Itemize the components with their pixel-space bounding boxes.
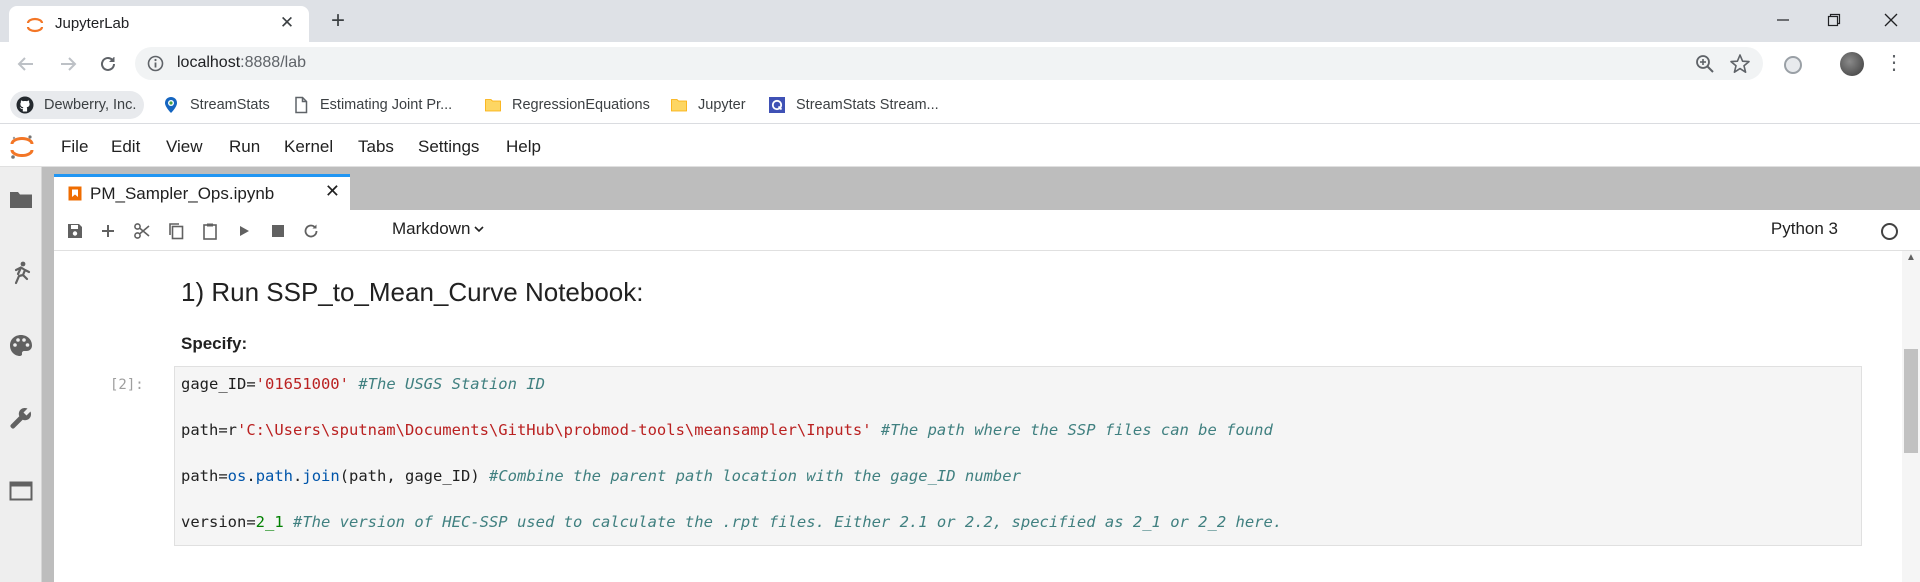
jupyter-logo-icon[interactable] <box>8 133 36 161</box>
browser-tab[interactable]: JupyterLab ✕ <box>9 6 309 42</box>
forward-arrow-icon[interactable] <box>54 50 82 78</box>
add-cell-icon[interactable] <box>97 220 119 242</box>
cell-type-select[interactable]: Markdown <box>392 219 485 239</box>
url-text: localhost:8888/lab <box>177 54 306 72</box>
bookmark-regression[interactable]: RegressionEquations <box>484 91 650 119</box>
browser-toolbar: localhost:8888/lab ⋮ <box>0 42 1920 86</box>
cut-icon[interactable] <box>131 220 153 242</box>
notebook-body: 1) Run SSP_to_Mean_Curve Notebook: Speci… <box>54 251 1920 582</box>
notebook-tab[interactable]: PM_Sampler_Ops.ipynb ✕ <box>54 174 350 210</box>
menu-view[interactable]: View <box>166 137 203 157</box>
bookmark-label: Jupyter <box>698 97 746 113</box>
menu-edit[interactable]: Edit <box>111 137 140 157</box>
chevron-down-icon <box>474 226 484 233</box>
site-info-icon[interactable] <box>147 55 164 72</box>
code-line: version=2_1 #The version of HEC-SSP used… <box>181 513 1283 531</box>
url-path: :8888/lab <box>240 54 306 71</box>
bookmark-label: Dewberry, Inc. <box>44 97 137 113</box>
bookmark-streamstats[interactable]: StreamStats <box>162 91 270 119</box>
github-icon <box>16 96 34 114</box>
browser-tab-title: JupyterLab <box>55 15 130 32</box>
browser-tab-strip: JupyterLab ✕ + <box>0 0 1920 42</box>
url-host: localhost <box>177 54 241 71</box>
tabs-icon[interactable] <box>8 478 34 504</box>
notebook-tab-close-icon[interactable]: ✕ <box>325 181 340 202</box>
zoom-icon[interactable] <box>1695 54 1715 74</box>
notebook-toolbar: Markdown Python 3 <box>54 210 1920 251</box>
restart-icon[interactable] <box>300 220 322 242</box>
q-icon <box>769 97 785 113</box>
palette-icon[interactable] <box>8 333 34 359</box>
menu-run[interactable]: Run <box>229 137 260 157</box>
bookmark-star-icon[interactable] <box>1729 53 1751 75</box>
wrench-icon[interactable] <box>8 405 34 431</box>
scrollbar-thumb[interactable] <box>1904 349 1918 453</box>
minimize-icon[interactable] <box>1754 0 1812 40</box>
menu-file[interactable]: File <box>61 137 88 157</box>
bookmark-estimating-joint[interactable]: Estimating Joint Pr... <box>292 91 452 119</box>
folder-icon <box>671 99 687 112</box>
notebook-tab-title: PM_Sampler_Ops.ipynb <box>90 184 275 203</box>
bookmark-label: RegressionEquations <box>512 97 650 113</box>
jupyter-favicon-icon <box>26 17 44 33</box>
back-arrow-icon[interactable] <box>12 50 40 78</box>
jupyter-menubar: File Edit View Run Kernel Tabs Settings … <box>0 125 1920 167</box>
reload-icon[interactable] <box>94 50 122 78</box>
markdown-heading: 1) Run SSP_to_Mean_Curve Notebook: <box>181 277 644 307</box>
profile-avatar[interactable] <box>1840 52 1864 76</box>
execution-count: [2]: <box>110 377 144 393</box>
extension-icon[interactable] <box>1784 56 1802 74</box>
code-line: path=r'C:\Users\sputnam\Documents\GitHub… <box>181 421 1273 439</box>
kernel-status-icon <box>1881 223 1898 240</box>
menu-settings[interactable]: Settings <box>418 137 479 157</box>
save-icon[interactable] <box>64 220 86 242</box>
new-tab-button[interactable]: + <box>324 8 352 36</box>
menu-tabs[interactable]: Tabs <box>358 137 394 157</box>
run-icon[interactable] <box>233 220 255 242</box>
menu-kernel[interactable]: Kernel <box>284 137 333 157</box>
code-line: gage_ID='01651000' #The USGS Station ID <box>181 375 545 393</box>
bookmark-dewberry[interactable]: Dewberry, Inc. <box>10 91 145 119</box>
copy-icon[interactable] <box>165 220 187 242</box>
scroll-up-icon[interactable]: ▲ <box>1906 253 1916 263</box>
left-sidebar <box>0 167 42 582</box>
markdown-bold-text: Specify: <box>181 334 248 353</box>
paste-icon[interactable] <box>199 220 221 242</box>
notebook-scrollbar[interactable]: ▲ <box>1902 251 1920 582</box>
bookmark-label: StreamStats <box>190 97 270 113</box>
code-line: path=os.path.join(path, gage_ID) #Combin… <box>181 467 1021 485</box>
page-icon <box>295 96 308 114</box>
document-area: PM_Sampler_Ops.ipynb ✕ Markdown Python 3… <box>42 167 1920 582</box>
menu-help[interactable]: Help <box>506 137 541 157</box>
close-window-icon[interactable] <box>1862 0 1920 40</box>
notebook-icon <box>68 186 82 201</box>
cell-type-label: Markdown <box>392 219 471 238</box>
bookmark-label: Estimating Joint Pr... <box>320 97 453 113</box>
bookmark-streamstats-stream[interactable]: StreamStats Stream... <box>768 91 939 119</box>
bookmark-label: StreamStats Stream... <box>796 97 939 113</box>
browser-tab-close-icon[interactable]: ✕ <box>277 13 297 33</box>
address-bar[interactable]: localhost:8888/lab <box>135 47 1763 80</box>
folder-icon[interactable] <box>8 187 34 213</box>
map-pin-icon <box>165 97 177 113</box>
bookmark-jupyter[interactable]: Jupyter <box>670 91 746 119</box>
code-cell-editor[interactable]: gage_ID='01651000' #The USGS Station ID … <box>174 366 1862 546</box>
running-icon[interactable] <box>8 260 34 286</box>
notebook-panel: Markdown Python 3 1) Run SSP_to_Mean_Cur… <box>54 210 1920 582</box>
restore-icon[interactable] <box>1805 0 1863 40</box>
bookmarks-bar: Dewberry, Inc. StreamStats Estimating Jo… <box>0 86 1920 124</box>
folder-icon <box>485 99 501 112</box>
browser-menu-icon[interactable]: ⋮ <box>1884 53 1904 74</box>
stop-icon[interactable] <box>267 220 289 242</box>
kernel-name[interactable]: Python 3 <box>1771 219 1838 239</box>
